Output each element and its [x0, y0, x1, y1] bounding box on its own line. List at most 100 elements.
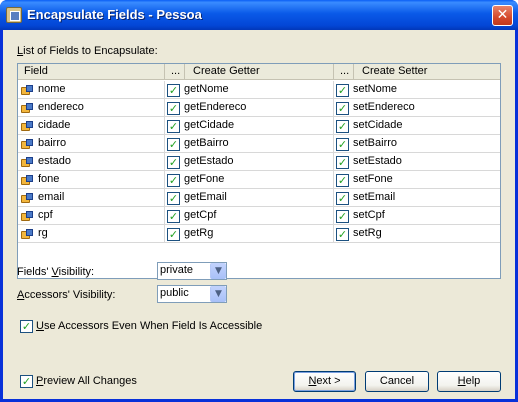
- getter-cell[interactable]: ✓ getEstado: [165, 153, 334, 171]
- create-setter-checkbox[interactable]: ✓: [336, 138, 349, 151]
- column-header-create-getter[interactable]: Create Getter: [185, 64, 334, 80]
- column-header-getter-ellipsis[interactable]: ...: [165, 64, 185, 80]
- setter-cell[interactable]: ✓ setBairro: [334, 135, 500, 153]
- setter-cell[interactable]: ✓ setEstado: [334, 153, 500, 171]
- create-setter-checkbox[interactable]: ✓: [336, 120, 349, 133]
- field-cell[interactable]: endereco: [18, 99, 165, 117]
- field-cell[interactable]: estado: [18, 153, 165, 171]
- getter-name[interactable]: getEstado: [184, 153, 234, 170]
- setter-name[interactable]: setRg: [353, 225, 382, 242]
- create-setter-checkbox[interactable]: ✓: [336, 174, 349, 187]
- create-getter-checkbox[interactable]: ✓: [167, 156, 180, 169]
- next-button[interactable]: Next >: [293, 371, 356, 392]
- getter-cell[interactable]: ✓ getFone: [165, 171, 334, 189]
- fields-table[interactable]: Field ... Create Getter ... Create Sette…: [17, 63, 501, 279]
- setter-cell[interactable]: ✓ setEndereco: [334, 99, 500, 117]
- chevron-down-icon[interactable]: ▼: [210, 263, 226, 279]
- setter-name[interactable]: setCidade: [353, 117, 403, 134]
- use-accessors-checkbox[interactable]: ✓: [20, 320, 33, 333]
- create-getter-checkbox[interactable]: ✓: [167, 120, 180, 133]
- getter-cell[interactable]: ✓ getEmail: [165, 189, 334, 207]
- getter-cell[interactable]: ✓ getNome: [165, 81, 334, 99]
- table-row[interactable]: email ✓ getEmail ✓ setEmail: [18, 189, 500, 207]
- getter-cell[interactable]: ✓ getCidade: [165, 117, 334, 135]
- create-getter-checkbox[interactable]: ✓: [167, 228, 180, 241]
- create-getter-checkbox[interactable]: ✓: [167, 210, 180, 223]
- table-row[interactable]: endereco ✓ getEndereco ✓ setEndereco: [18, 99, 500, 117]
- create-getter-checkbox[interactable]: ✓: [167, 84, 180, 97]
- field-name: cidade: [38, 119, 71, 131]
- setter-cell[interactable]: ✓ setCpf: [334, 207, 500, 225]
- use-accessors-label[interactable]: Use Accessors Even When Field Is Accessi…: [36, 320, 262, 332]
- field-cell[interactable]: fone: [18, 171, 165, 189]
- create-getter-checkbox[interactable]: ✓: [167, 102, 180, 115]
- create-setter-checkbox[interactable]: ✓: [336, 84, 349, 97]
- getter-cell[interactable]: ✓ getCpf: [165, 207, 334, 225]
- table-row[interactable]: rg ✓ getRg ✓ setRg: [18, 225, 500, 243]
- getter-name[interactable]: getCpf: [184, 207, 216, 224]
- accessors-visibility-value: public: [160, 287, 189, 299]
- getter-name[interactable]: getFone: [184, 171, 224, 188]
- fields-visibility-select[interactable]: private ▼: [157, 262, 227, 280]
- cancel-button[interactable]: Cancel: [365, 371, 429, 392]
- setter-cell[interactable]: ✓ setEmail: [334, 189, 500, 207]
- setter-cell[interactable]: ✓ setRg: [334, 225, 500, 243]
- setter-cell[interactable]: ✓ setFone: [334, 171, 500, 189]
- create-setter-checkbox[interactable]: ✓: [336, 102, 349, 115]
- field-icon: [21, 121, 33, 131]
- setter-name[interactable]: setFone: [353, 171, 393, 188]
- field-cell[interactable]: bairro: [18, 135, 165, 153]
- close-button[interactable]: ✕: [492, 5, 513, 26]
- table-row[interactable]: cidade ✓ getCidade ✓ setCidade: [18, 117, 500, 135]
- field-name: email: [38, 191, 65, 203]
- help-button[interactable]: Help: [437, 371, 501, 392]
- column-header-create-setter[interactable]: Create Setter: [354, 64, 500, 80]
- table-row[interactable]: nome ✓ getNome ✓ setNome: [18, 81, 500, 99]
- getter-cell[interactable]: ✓ getRg: [165, 225, 334, 243]
- table-row[interactable]: bairro ✓ getBairro ✓ setBairro: [18, 135, 500, 153]
- create-setter-checkbox[interactable]: ✓: [336, 192, 349, 205]
- create-setter-checkbox[interactable]: ✓: [336, 156, 349, 169]
- getter-name[interactable]: getBairro: [184, 135, 229, 152]
- table-row[interactable]: cpf ✓ getCpf ✓ setCpf: [18, 207, 500, 225]
- table-header: Field ... Create Getter ... Create Sette…: [18, 64, 500, 80]
- create-getter-checkbox[interactable]: ✓: [167, 174, 180, 187]
- setter-cell[interactable]: ✓ setNome: [334, 81, 500, 99]
- preview-all-changes-label[interactable]: Preview All Changes: [36, 375, 137, 387]
- field-cell[interactable]: rg: [18, 225, 165, 243]
- setter-name[interactable]: setCpf: [353, 207, 385, 224]
- getter-name[interactable]: getEndereco: [184, 99, 246, 116]
- setter-name[interactable]: setBairro: [353, 135, 397, 152]
- create-getter-checkbox[interactable]: ✓: [167, 138, 180, 151]
- getter-name[interactable]: getCidade: [184, 117, 234, 134]
- setter-name[interactable]: setEstado: [353, 153, 402, 170]
- column-header-field[interactable]: Field: [18, 64, 165, 80]
- getter-cell[interactable]: ✓ getBairro: [165, 135, 334, 153]
- field-cell[interactable]: cidade: [18, 117, 165, 135]
- field-cell[interactable]: nome: [18, 81, 165, 99]
- title-bar[interactable]: Encapsulate Fields - Pessoa ✕: [0, 0, 518, 30]
- field-cell[interactable]: email: [18, 189, 165, 207]
- setter-cell[interactable]: ✓ setCidade: [334, 117, 500, 135]
- field-cell[interactable]: cpf: [18, 207, 165, 225]
- setter-name[interactable]: setNome: [353, 81, 397, 98]
- create-getter-checkbox[interactable]: ✓: [167, 192, 180, 205]
- create-setter-checkbox[interactable]: ✓: [336, 210, 349, 223]
- getter-name[interactable]: getRg: [184, 225, 213, 242]
- table-row[interactable]: fone ✓ getFone ✓ setFone: [18, 171, 500, 189]
- fields-visibility-label: Fields' Visibility:: [17, 266, 95, 278]
- accessors-visibility-select[interactable]: public ▼: [157, 285, 227, 303]
- chevron-down-icon[interactable]: ▼: [210, 286, 226, 302]
- table-row[interactable]: estado ✓ getEstado ✓ setEstado: [18, 153, 500, 171]
- getter-name[interactable]: getEmail: [184, 189, 227, 206]
- dialog-content: List of Fields to Encapsulate: Field ...…: [3, 30, 515, 399]
- getter-name[interactable]: getNome: [184, 81, 229, 98]
- setter-name[interactable]: setEmail: [353, 189, 395, 206]
- column-header-setter-ellipsis[interactable]: ...: [334, 64, 354, 80]
- fields-visibility-value: private: [160, 264, 194, 276]
- getter-cell[interactable]: ✓ getEndereco: [165, 99, 334, 117]
- field-icon: [21, 157, 33, 167]
- preview-all-changes-checkbox[interactable]: ✓: [20, 375, 33, 388]
- setter-name[interactable]: setEndereco: [353, 99, 415, 116]
- create-setter-checkbox[interactable]: ✓: [336, 228, 349, 241]
